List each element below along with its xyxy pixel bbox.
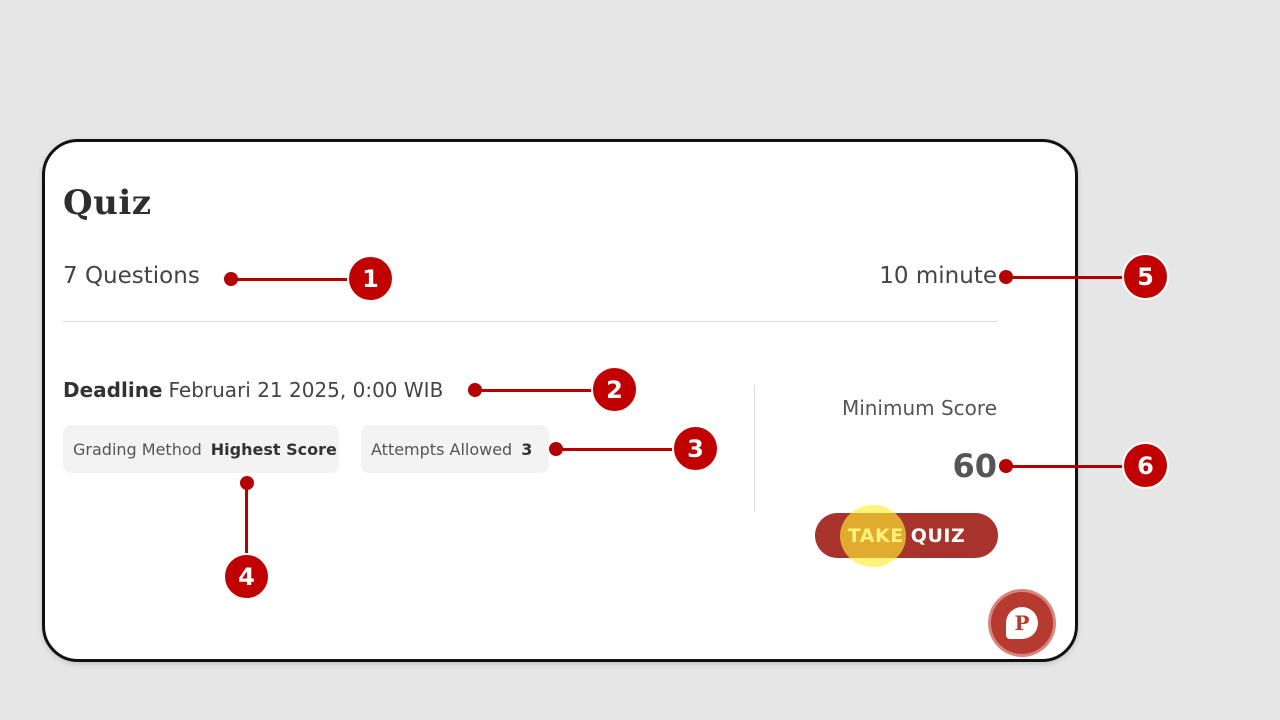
annotation-line-3 [556,448,676,451]
vertical-divider [754,385,755,512]
annotation-badge-2: 2 [591,366,638,413]
question-count: 7 Questions [63,263,200,289]
quiz-duration: 10 minute [879,263,997,289]
annotation-line-5 [1006,276,1126,279]
deadline-value: Februari 21 2025, 0:00 WIB [168,378,444,402]
divider [63,321,998,322]
minimum-score-label: Minimum Score [841,396,997,420]
deadline: Deadline Februari 21 2025, 0:00 WIB [63,378,443,402]
attempts-allowed-value: 3 [521,439,533,459]
annotation-line-6 [1006,465,1126,468]
take-quiz-label: TAKE QUIZ [847,524,966,547]
take-quiz-button[interactable]: TAKE QUIZ [815,513,998,558]
annotation-line-1 [231,278,351,281]
deadline-label: Deadline [63,378,163,402]
attempts-allowed-chip: Attempts Allowed 3 [361,425,549,473]
attempts-allowed-label: Attempts Allowed [371,439,513,459]
annotation-badge-1: 1 [347,255,394,302]
grading-method-value: Highest Score [210,439,337,459]
annotation-line-2 [475,389,595,392]
chat-bubble-icon: P [1006,607,1038,639]
grading-method-label: Grading Method [73,439,202,459]
annotation-badge-6: 6 [1122,442,1169,489]
annotation-badge-3: 3 [672,425,719,472]
annotation-line-4 [245,483,248,555]
grading-method-chip: Grading Method Highest Score [63,425,339,473]
stage: Quiz 7 Questions 10 minute Deadline Febru… [0,0,1280,720]
minimum-score-value: 60 [952,447,997,485]
chat-button[interactable]: P [991,592,1053,654]
annotation-badge-4: 4 [223,553,270,600]
annotation-badge-5: 5 [1122,253,1169,300]
page-title: Quiz [63,183,152,223]
